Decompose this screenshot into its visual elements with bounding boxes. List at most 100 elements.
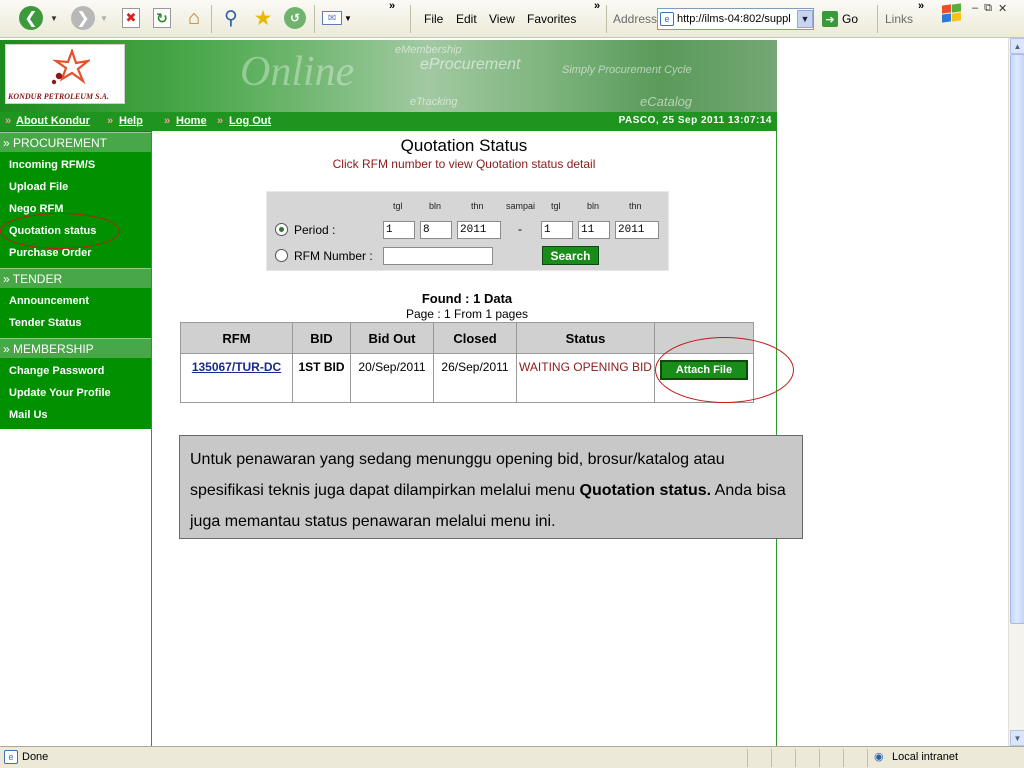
info-note-box: Untuk penawaran yang sedang menunggu ope…: [179, 435, 803, 539]
sidebar-head-procurement: » PROCUREMENT: [0, 132, 151, 152]
toolbar-chevron-icon[interactable]: »: [389, 0, 395, 12]
nav-logout-link[interactable]: Log Out: [229, 115, 271, 127]
nav-home-link[interactable]: Home: [176, 115, 207, 127]
forward-button[interactable]: ❯: [70, 5, 96, 31]
mail-icon: ✉: [322, 11, 343, 25]
menu-edit[interactable]: Edit: [456, 12, 477, 26]
label-thn-from: thn: [471, 201, 484, 211]
stop-icon: ✖: [122, 8, 140, 28]
close-icon[interactable]: ✕: [998, 2, 1007, 16]
browser-toolbar: ❮ ▼ ❯ ▼ ✖ ↻ ⌂ ⚲ ★ ↺ ✉ ▼ » File Edit View…: [0, 0, 1024, 38]
company-logo[interactable]: KONDUR PETROLEUM S.A.: [5, 44, 125, 104]
to-tgl-input[interactable]: 1: [541, 221, 573, 239]
home-button[interactable]: ⌂: [181, 5, 207, 31]
vertical-scrollbar[interactable]: ▲ ▼: [1008, 38, 1024, 746]
label-sampai: sampai: [506, 201, 536, 211]
refresh-button[interactable]: ↻: [149, 5, 175, 31]
sidebar-item-change-password[interactable]: Change Password: [9, 365, 104, 377]
banner-word: Simply Procurement Cycle: [562, 64, 692, 76]
nav-bullet-icon: »: [107, 115, 114, 127]
note-text-bold: Quotation status.: [579, 482, 712, 499]
windows-logo-icon: [940, 2, 964, 26]
label-tgl-to: tgl: [551, 201, 561, 211]
menu-chevron-icon[interactable]: »: [594, 0, 600, 12]
radio-period[interactable]: [275, 223, 288, 236]
label-tgl-from: tgl: [393, 201, 403, 211]
status-cell: [843, 749, 867, 767]
nav-bullet-icon: »: [5, 115, 12, 127]
status-cell: [747, 749, 771, 767]
favorites-button[interactable]: ★: [250, 5, 276, 31]
from-thn-input[interactable]: 2011: [457, 221, 501, 239]
from-tgl-input[interactable]: 1: [383, 221, 415, 239]
label-bln-from: bln: [429, 201, 442, 211]
menu-view[interactable]: View: [489, 12, 515, 26]
page-done-icon: e: [4, 750, 18, 764]
cell-closed: 26/Sep/2011: [434, 354, 516, 402]
sidebar: » PROCUREMENT Incoming RFM/S Upload File…: [0, 131, 151, 429]
sidebar-item-announcement[interactable]: Announcement: [9, 295, 89, 307]
address-dropdown-icon[interactable]: ▼: [797, 10, 813, 28]
search-button[interactable]: Search: [542, 246, 599, 265]
sidebar-item-upload-file[interactable]: Upload File: [9, 181, 68, 193]
scroll-down-icon[interactable]: ▼: [1010, 730, 1024, 746]
menu-file-label: File: [424, 12, 444, 26]
menu-view-label: View: [489, 12, 515, 26]
mail-dropdown-icon: ▼: [344, 13, 352, 23]
rfm-number-label: RFM Number :: [294, 249, 373, 263]
minimize-icon[interactable]: –: [972, 2, 978, 16]
mail-button[interactable]: ✉ ▼: [321, 5, 353, 31]
stop-button[interactable]: ✖: [118, 5, 144, 31]
nav-about-link[interactable]: About Kondur: [16, 115, 90, 127]
back-arrow-icon: ❮: [19, 6, 43, 30]
sidebar-item-incoming-rfm[interactable]: Incoming RFM/S: [9, 159, 95, 171]
back-button[interactable]: ❮: [18, 5, 44, 31]
scroll-up-icon[interactable]: ▲: [1010, 38, 1024, 54]
restore-icon[interactable]: ⧉: [984, 2, 992, 16]
highlight-ring-sidebar: [0, 213, 120, 249]
address-field[interactable]: e http://ilms-04:802/suppl: [657, 8, 814, 30]
address-label: Address: [613, 12, 658, 26]
to-bln-input[interactable]: 11: [578, 221, 610, 239]
banner-watermark: Online: [240, 49, 355, 95]
logo-text: KONDUR PETROLEUM S.A.: [8, 92, 109, 101]
sidebar-head-membership: » MEMBERSHIP: [0, 338, 151, 358]
home-icon: ⌂: [187, 6, 201, 29]
page-title: Quotation Status: [400, 136, 528, 155]
col-bid: BID: [293, 323, 350, 353]
back-history-icon[interactable]: ▼: [48, 5, 60, 31]
banner-word: eCatalog: [640, 94, 693, 109]
forward-history-icon[interactable]: ▼: [98, 5, 110, 31]
status-bar: e Done ◉ Local intranet: [0, 746, 1024, 768]
col-closed: Closed: [434, 323, 516, 353]
links-toolbar[interactable]: Links: [885, 12, 913, 26]
col-bid-out: Bid Out: [351, 323, 433, 353]
status-cell: [771, 749, 795, 767]
rfm-link[interactable]: 135067/TUR-DC: [192, 360, 281, 374]
period-label: Period :: [294, 223, 336, 237]
go-button[interactable]: ➔ Go: [822, 9, 858, 29]
star-icon: ★: [253, 6, 273, 30]
menu-file[interactable]: File: [424, 12, 443, 26]
menu-favorites[interactable]: Favorites: [527, 12, 576, 26]
radio-rfm-number[interactable]: [275, 249, 288, 262]
links-chevron-icon[interactable]: »: [918, 0, 924, 12]
sidebar-item-tender-status[interactable]: Tender Status: [9, 317, 82, 329]
go-label: Go: [842, 12, 859, 26]
cell-status: WAITING OPENING BID: [517, 354, 654, 402]
history-icon: ↺: [284, 7, 306, 29]
sidebar-item-mail-us[interactable]: Mail Us: [9, 409, 48, 421]
scroll-thumb[interactable]: [1010, 54, 1024, 624]
cell-rfm: 135067/TUR-DC: [181, 354, 292, 402]
history-button[interactable]: ↺: [282, 5, 308, 31]
go-arrow-icon: ➔: [822, 11, 838, 27]
to-thn-input[interactable]: 2011: [615, 221, 659, 239]
search-button[interactable]: ⚲: [218, 5, 244, 31]
cell-bid: 1ST BID: [293, 354, 350, 402]
from-bln-input[interactable]: 8: [420, 221, 452, 239]
nav-help-link[interactable]: Help: [119, 115, 143, 127]
zone-text: Local intranet: [892, 751, 959, 763]
sidebar-item-update-profile[interactable]: Update Your Profile: [9, 387, 111, 399]
rfm-number-input[interactable]: [383, 247, 493, 265]
status-cell: [795, 749, 819, 767]
